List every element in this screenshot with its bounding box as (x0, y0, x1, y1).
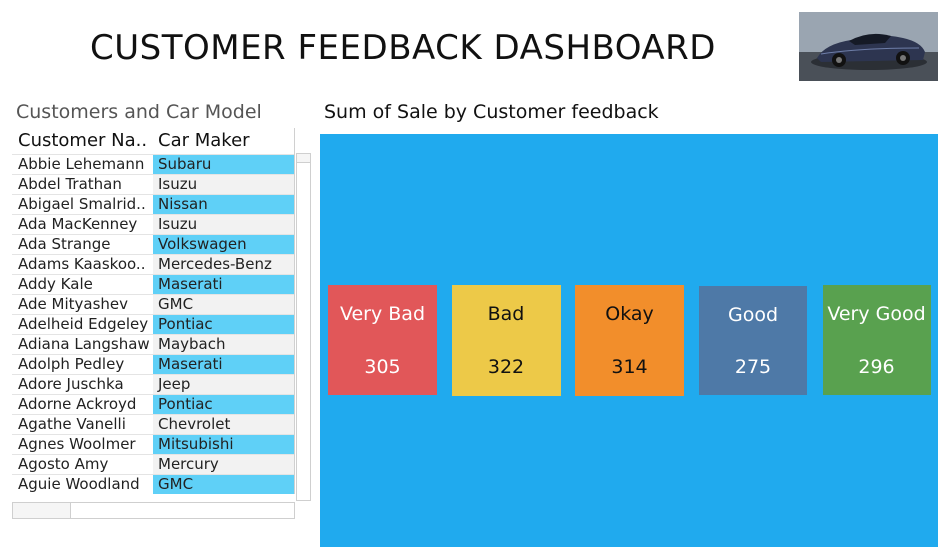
customer-name-cell: Adorne Ackroyd (18, 395, 137, 413)
customer-name-cell: Agnes Woolmer (18, 435, 136, 453)
feedback-bar[interactable]: Okay 314 (575, 284, 684, 396)
car-maker-cell: Volkswagen (153, 235, 294, 254)
feedback-chart: Very Bad 305 Bad 322 Okay 314 Good 275 Very Good… (320, 134, 938, 547)
table-row[interactable]: Ada MacKenney Isuzu (12, 214, 294, 234)
table-row[interactable]: Abigael Smalrid.. Nissan (12, 194, 294, 214)
table-row[interactable]: Abdel Trathan Isuzu (12, 174, 294, 194)
table-body: Abbie Lehemann Subaru Abdel Trathan Isuzu Ab… (12, 154, 295, 494)
feedback-value-label: 305 (364, 356, 401, 378)
customer-name-cell: Abigael Smalrid.. (18, 195, 146, 213)
customer-name-cell: Ada MacKenney (18, 215, 138, 233)
feedback-bar[interactable]: Very Bad 305 (328, 285, 437, 395)
car-maker-cell: Maserati (153, 355, 294, 374)
car-maker-cell: Chevrolet (153, 415, 294, 434)
customer-name-cell: Adams Kaaskoo.. (18, 255, 146, 273)
table-row[interactable]: Aguie Woodland GMC (12, 474, 294, 494)
table-row[interactable]: Ada Strange Volkswagen (12, 234, 294, 254)
car-maker-cell: Isuzu (153, 175, 294, 194)
customer-name-cell: Agosto Amy (18, 455, 109, 473)
feedback-category-label: Good (727, 303, 779, 326)
table-row[interactable]: Adiana Langshaw Maybach (12, 334, 294, 354)
car-maker-cell: Pontiac (153, 315, 294, 334)
customer-name-cell: Adore Juschka (18, 375, 124, 393)
car-maker-cell: GMC (153, 295, 294, 314)
car-maker-cell: Pontiac (153, 395, 294, 414)
feedback-value-label: 322 (487, 356, 525, 378)
table-row[interactable]: Adelheid Edgeley Pontiac (12, 314, 294, 334)
table-row[interactable]: Addy Kale Maserati (12, 274, 294, 294)
vertical-scrollbar[interactable] (296, 153, 311, 501)
table-row[interactable]: Agathe Vanelli Chevrolet (12, 414, 294, 434)
column-header-car-maker[interactable]: Car Maker (158, 130, 250, 151)
car-maker-cell: Mitsubishi (153, 435, 294, 454)
feedback-value-label: 296 (858, 356, 895, 378)
feedback-value-label: 314 (611, 356, 648, 378)
customer-table: Customer Na.. Car Maker Abbie Lehemann Su… (12, 128, 296, 500)
table-row[interactable]: Adorne Ackroyd Pontiac (12, 394, 294, 414)
car-maker-cell: Maserati (153, 275, 294, 294)
feedback-bar[interactable]: Good 275 (699, 285, 807, 395)
car-maker-cell: Mercedes-Benz (153, 255, 294, 274)
car-maker-cell: Isuzu (153, 215, 294, 234)
table-row[interactable]: Ade Mityashev GMC (12, 294, 294, 314)
feedback-value-label: 275 (734, 356, 772, 378)
chart-title: Sum of Sale by Customer feedback (324, 101, 659, 123)
customer-name-cell: Ada Strange (18, 235, 111, 253)
customer-name-cell: Adelheid Edgeley (18, 315, 149, 333)
customer-name-cell: Aguie Woodland (18, 475, 140, 493)
car-maker-cell: Nissan (153, 195, 294, 214)
horizontal-scrollbar[interactable] (12, 502, 295, 519)
customer-name-cell: Addy Kale (18, 275, 93, 293)
car-maker-cell: Jeep (153, 375, 294, 394)
table-row[interactable]: Adore Juschka Jeep (12, 374, 294, 394)
car-maker-cell: Mercury (153, 455, 294, 474)
customer-name-cell: Adolph Pedley (18, 355, 125, 373)
sports-car-photo (799, 12, 938, 81)
table-row[interactable]: Agosto Amy Mercury (12, 454, 294, 474)
table-row[interactable]: Agnes Woolmer Mitsubishi (12, 434, 294, 454)
dashboard-title: CUSTOMER FEEDBACK DASHBOARD (90, 28, 716, 68)
table-row[interactable]: Adams Kaaskoo.. Mercedes-Benz (12, 254, 294, 274)
column-header-customer-name[interactable]: Customer Na.. (18, 130, 147, 151)
feedback-category-label: Very Bad (339, 303, 426, 325)
table-row[interactable]: Adolph Pedley Maserati (12, 354, 294, 374)
horizontal-scroll-thumb[interactable] (13, 503, 71, 518)
car-maker-cell: Subaru (153, 155, 294, 174)
feedback-bar[interactable]: Bad 322 (451, 284, 561, 396)
customer-name-cell: Abbie Lehemann (18, 155, 145, 173)
feedback-category-label: Bad (487, 302, 525, 325)
table-title: Customers and Car Model (16, 101, 262, 123)
table-row[interactable]: Abbie Lehemann Subaru (12, 154, 294, 174)
feedback-category-label: Okay (605, 302, 654, 325)
customer-name-cell: Agathe Vanelli (18, 415, 126, 433)
vertical-scroll-thumb[interactable] (297, 154, 310, 163)
car-maker-cell: GMC (153, 475, 294, 494)
feedback-category-label: Very Good (827, 303, 926, 325)
customer-name-cell: Abdel Trathan (18, 175, 122, 193)
table-header: Customer Na.. Car Maker (12, 128, 295, 154)
feedback-bar[interactable]: Very Good 296 (822, 285, 931, 395)
car-maker-cell: Maybach (153, 335, 294, 354)
customer-name-cell: Adiana Langshaw (18, 335, 150, 353)
customer-name-cell: Ade Mityashev (18, 295, 129, 313)
